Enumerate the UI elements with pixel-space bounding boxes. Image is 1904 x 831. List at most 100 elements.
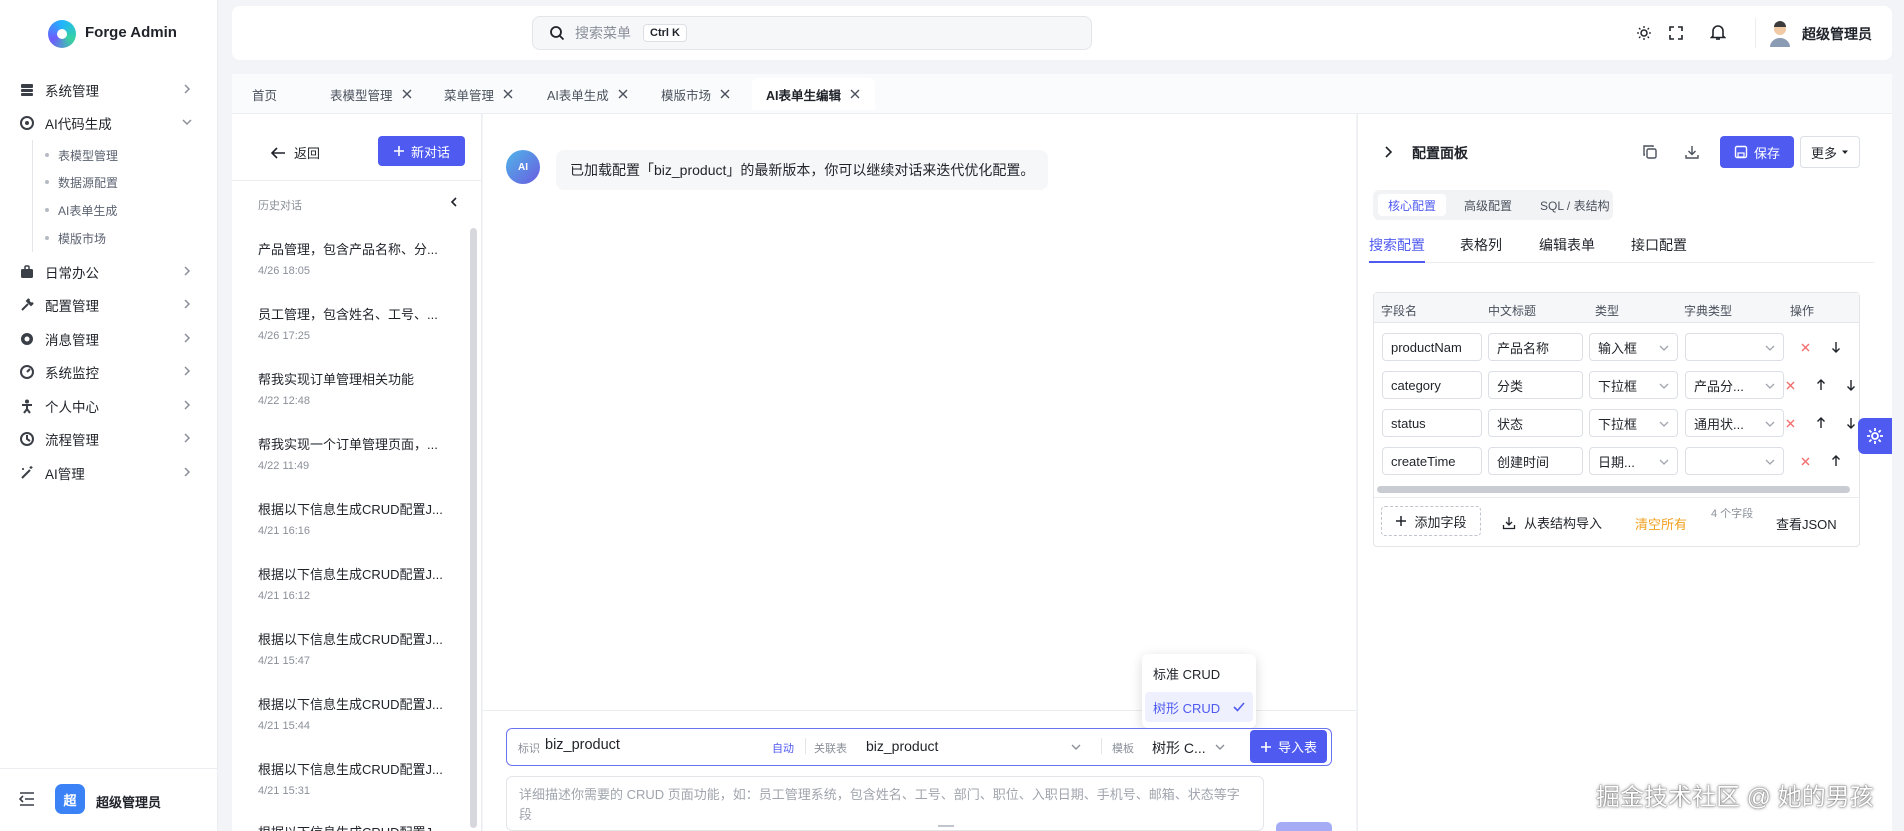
download-icon[interactable]	[1676, 136, 1708, 168]
submenu-datasource[interactable]: 数据源配置	[45, 169, 118, 195]
tab-menu-manage[interactable]: 菜单管理	[440, 78, 518, 110]
seg-sql-schema[interactable]: SQL / 表结构	[1530, 194, 1620, 216]
history-item[interactable]: 根据以下信息生成CRUD配置J... 4/21 16:12	[258, 564, 458, 602]
field-type-select[interactable]: 下拉框	[1589, 409, 1678, 437]
close-icon[interactable]	[617, 88, 629, 100]
move-up-icon[interactable]	[1829, 454, 1843, 468]
grid-horizontal-scrollbar[interactable]	[1377, 486, 1850, 493]
bell-icon[interactable]	[1708, 22, 1728, 42]
field-type-select[interactable]: 输入框	[1589, 333, 1678, 361]
submenu-table-model[interactable]: 表模型管理	[45, 142, 118, 168]
menu-ai-codegen[interactable]: AI代码生成	[0, 107, 218, 139]
seg-advanced-config[interactable]: 高级配置	[1454, 194, 1522, 216]
subtab-api-config[interactable]: 接口配置	[1631, 235, 1687, 255]
header-user-name[interactable]: 超级管理员	[1802, 24, 1872, 44]
field-name-input[interactable]: status	[1382, 409, 1482, 437]
seg-core-config[interactable]: 核心配置	[1378, 194, 1447, 216]
history-item[interactable]: 根据以下信息生成CRUD配置J...	[258, 822, 458, 831]
close-icon[interactable]	[401, 88, 413, 100]
save-button[interactable]: 保存	[1720, 136, 1794, 168]
subtab-search-config[interactable]: 搜索配置	[1369, 235, 1425, 255]
back-button[interactable]: 返回	[270, 143, 320, 162]
submenu-ai-form[interactable]: AI表单生成	[45, 197, 117, 223]
menu-office[interactable]: 日常办公	[0, 256, 218, 288]
collapse-history-icon[interactable]	[448, 196, 460, 208]
close-icon[interactable]	[849, 88, 861, 100]
field-type-select[interactable]: 下拉框	[1589, 371, 1678, 399]
menu-config[interactable]: 配置管理	[0, 289, 218, 321]
move-up-icon[interactable]	[1814, 416, 1828, 430]
history-item[interactable]: 员工管理，包含姓名、工号、... 4/26 17:25	[258, 304, 458, 342]
search-input[interactable]: 搜索菜单 Ctrl K	[532, 16, 1092, 50]
move-down-icon[interactable]	[1829, 340, 1843, 354]
menu-ai-manage[interactable]: AI管理	[0, 457, 218, 489]
delete-row-icon[interactable]	[1798, 454, 1812, 468]
menu-system[interactable]: 系统管理	[0, 74, 218, 106]
more-button[interactable]: 更多	[1800, 136, 1860, 168]
history-item[interactable]: 帮我实现订单管理相关功能 4/22 12:48	[258, 369, 458, 407]
expand-panel-icon[interactable]	[1382, 145, 1394, 159]
send-button[interactable]	[1276, 822, 1332, 831]
subtab-table-columns[interactable]: 表格列	[1460, 235, 1502, 255]
tab-ai-form[interactable]: AI表单生成	[543, 78, 633, 110]
menu-message[interactable]: 消息管理	[0, 323, 218, 355]
table-select[interactable]: biz_product	[866, 738, 938, 754]
field-title-input[interactable]: 产品名称	[1488, 333, 1583, 361]
delete-row-icon[interactable]	[1783, 378, 1797, 392]
history-item[interactable]: 根据以下信息生成CRUD配置J... 4/21 15:31	[258, 759, 458, 797]
delete-row-icon[interactable]	[1783, 416, 1797, 430]
submenu-template-market[interactable]: 模版市场	[45, 225, 106, 251]
user-avatar[interactable]	[1768, 20, 1792, 48]
tab-ai-form-edit[interactable]: AI表单生编辑	[752, 78, 876, 110]
history-item[interactable]: 帮我实现一个订单管理页面，... 4/22 11:49	[258, 434, 458, 472]
history-item[interactable]: 根据以下信息生成CRUD配置J... 4/21 15:47	[258, 629, 458, 667]
template-option-standard[interactable]: 标准 CRUD	[1145, 658, 1253, 688]
field-title-input[interactable]: 状态	[1488, 409, 1583, 437]
history-item[interactable]: 根据以下信息生成CRUD配置J... 4/21 15:44	[258, 694, 458, 732]
subtab-edit-form[interactable]: 编辑表单	[1539, 235, 1595, 255]
prompt-textarea[interactable]: 详细描述你需要的 CRUD 页面功能，如：员工管理系统，包含姓名、工号、部门、职…	[506, 776, 1264, 831]
close-icon[interactable]	[502, 88, 514, 100]
field-name-input[interactable]: category	[1382, 371, 1482, 399]
history-scrollbar[interactable]	[470, 228, 477, 828]
history-item[interactable]: 产品管理，包含产品名称、分... 4/26 18:05	[258, 239, 458, 277]
chevron-down-icon[interactable]	[1070, 741, 1082, 753]
add-field-button[interactable]: 添加字段	[1381, 506, 1481, 536]
id-input[interactable]: biz_product	[545, 737, 745, 753]
field-name-input[interactable]: createTime	[1382, 447, 1482, 475]
dict-type-select[interactable]	[1685, 447, 1784, 475]
field-title-input[interactable]: 分类	[1488, 371, 1583, 399]
import-from-table-button[interactable]: 从表结构导入	[1502, 513, 1602, 532]
collapse-sidebar-icon[interactable]	[19, 792, 35, 806]
menu-flow[interactable]: 流程管理	[0, 423, 218, 455]
new-chat-button[interactable]: 新对话	[378, 136, 465, 166]
move-down-icon[interactable]	[1844, 378, 1858, 392]
field-type-select[interactable]: 日期...	[1589, 447, 1678, 475]
footer-user-name[interactable]: 超级管理员	[96, 792, 161, 811]
fullscreen-icon[interactable]	[1666, 23, 1686, 43]
theme-sun-icon[interactable]	[1634, 23, 1654, 43]
view-json-button[interactable]: 查看JSON	[1776, 514, 1837, 533]
tab-table-model[interactable]: 表模型管理	[326, 78, 417, 110]
auto-button[interactable]: 自动	[772, 740, 794, 756]
dict-type-select[interactable]	[1685, 333, 1784, 361]
field-title-input[interactable]: 创建时间	[1488, 447, 1583, 475]
settings-gear-icon[interactable]	[1858, 418, 1892, 454]
template-option-tree[interactable]: 树形 CRUD	[1145, 692, 1253, 722]
menu-personal[interactable]: 个人中心	[0, 390, 218, 422]
menu-monitor[interactable]: 系统监控	[0, 356, 218, 388]
resize-handle[interactable]	[938, 825, 954, 831]
dict-type-select[interactable]: 产品分...	[1685, 371, 1784, 399]
copy-icon[interactable]	[1634, 136, 1666, 168]
tab-template-market[interactable]: 模版市场	[657, 78, 735, 110]
delete-row-icon[interactable]	[1798, 340, 1812, 354]
template-select[interactable]: 树形 C...	[1152, 738, 1206, 758]
history-item[interactable]: 根据以下信息生成CRUD配置J... 4/21 16:16	[258, 499, 458, 537]
dict-type-select[interactable]: 通用状...	[1685, 409, 1784, 437]
move-up-icon[interactable]	[1814, 378, 1828, 392]
field-name-input[interactable]: productNam	[1382, 333, 1482, 361]
tab-home[interactable]: 首页	[248, 78, 281, 110]
import-table-button[interactable]: 导入表	[1250, 730, 1327, 763]
clear-all-button[interactable]: 清空所有	[1635, 514, 1687, 533]
move-down-icon[interactable]	[1844, 416, 1858, 430]
